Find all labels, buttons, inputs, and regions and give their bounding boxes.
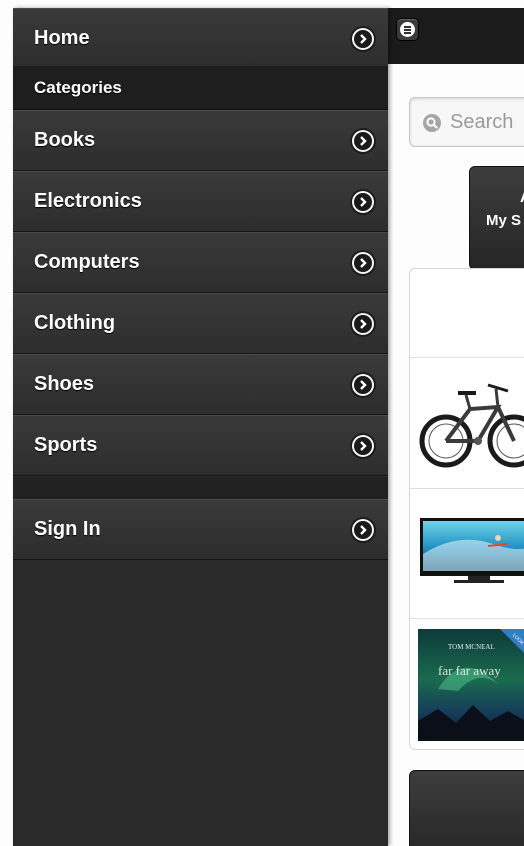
menu-item-label: Shoes — [34, 373, 95, 395]
search-icon — [423, 114, 441, 132]
chevron-right-icon — [352, 251, 374, 274]
search-input[interactable] — [450, 110, 524, 134]
store-button-label: My S — [486, 212, 522, 229]
chevron-right-icon — [352, 434, 374, 457]
cover-author: TOM MCNEAL — [448, 643, 495, 651]
chevron-right-icon — [352, 190, 374, 213]
menu-toggle-button[interactable] — [396, 18, 419, 41]
chevron-right-icon — [352, 373, 374, 396]
app-screen: A My S — [0, 0, 524, 846]
book-cover-image[interactable]: TOM MCNEAL far far away LOOK INSIDE — [418, 629, 524, 746]
chevron-right-icon — [352, 518, 374, 541]
menu-item-label: Sign In — [34, 518, 101, 540]
list-divider — [410, 357, 524, 358]
product-list: TOM MCNEAL far far away LOOK INSIDE — [409, 268, 524, 750]
menu-spacer — [13, 477, 388, 499]
menu-item-label: Home — [34, 27, 90, 49]
menu-item-label: Computers — [34, 251, 140, 273]
menu-item-label: Electronics — [34, 190, 142, 212]
menu-item-sign-in[interactable]: Sign In — [13, 499, 388, 560]
menu-item-electronics[interactable]: Electronics — [13, 171, 388, 232]
list-divider — [410, 488, 524, 489]
menu-item-label: Sports — [34, 434, 98, 456]
my-store-button[interactable]: A My S — [469, 166, 524, 270]
menu-item-shoes[interactable]: Shoes — [13, 354, 388, 415]
bottom-button[interactable] — [409, 770, 524, 846]
menu-item-books[interactable]: Books — [13, 110, 388, 171]
chevron-right-icon — [352, 27, 374, 50]
chevron-right-icon — [352, 312, 374, 335]
menu-item-computers[interactable]: Computers — [13, 232, 388, 293]
categories-heading: Categories — [13, 66, 388, 110]
menu-item-label: Clothing — [34, 312, 116, 334]
mountain-bike-image[interactable] — [418, 369, 524, 482]
flat-screen-tv-image[interactable] — [418, 514, 524, 599]
search-box[interactable] — [409, 97, 524, 147]
menu-item-sports[interactable]: Sports — [13, 415, 388, 476]
menu-item-clothing[interactable]: Clothing — [13, 293, 388, 354]
categories-heading-label: Categories — [34, 77, 122, 97]
store-button-letter: A — [520, 189, 524, 207]
chevron-right-icon — [352, 129, 374, 152]
cover-title: far far away — [438, 663, 501, 678]
menu-item-label: Books — [34, 129, 96, 151]
navigation-panel: Home Categories Books Electronics Comput… — [13, 8, 388, 846]
list-divider — [410, 618, 524, 619]
menu-item-home[interactable]: Home — [13, 8, 388, 69]
menu-icon — [400, 22, 415, 37]
